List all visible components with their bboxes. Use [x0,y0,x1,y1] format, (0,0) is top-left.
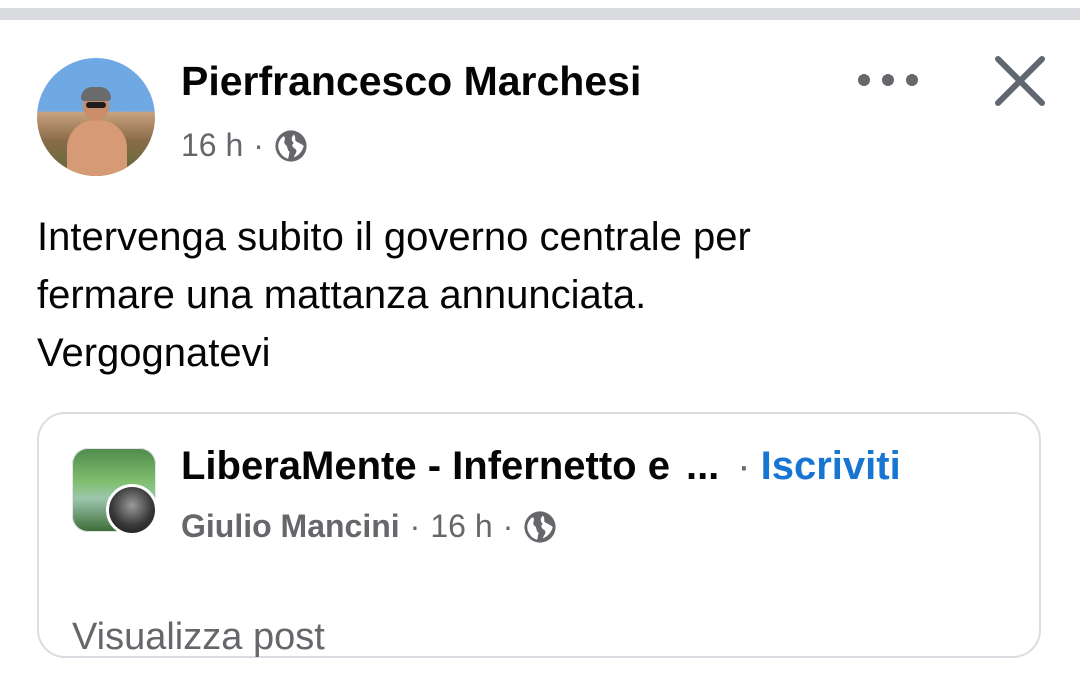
more-options-button[interactable] [858,62,918,98]
post-text-line: fermare una mattanza annunciata. [37,273,647,317]
more-dot [858,74,870,86]
more-dot [906,74,918,86]
author-name[interactable]: Pierfrancesco Marchesi [181,58,641,105]
meta-separator: · [502,508,514,544]
shared-card-title: LiberaMente - Infernetto e... · Iscriviti [181,444,901,489]
view-post-link[interactable]: Visualizza post [72,616,325,659]
globe-icon [524,510,556,543]
meta-separator: · [409,508,421,544]
shared-card-meta: Giulio Mancini · 16 h · [181,508,557,545]
group-name-ellipsis: ... [685,444,720,488]
member-avatar[interactable] [106,484,158,536]
post-meta: 16 h · [181,127,308,164]
more-dot [882,74,894,86]
globe-icon [275,129,307,162]
title-separator: · [737,444,751,488]
post-body: Intervenga subito il governo centrale pe… [37,208,1037,382]
post-text-line: Vergognatevi [37,331,271,375]
member-name[interactable]: Giulio Mancini [181,508,400,545]
top-divider [0,8,1080,20]
avatar-hair [81,87,111,101]
avatar-sunglasses [86,102,106,108]
subscribe-button[interactable]: Iscriviti [761,444,901,488]
meta-separator: · [253,127,264,163]
close-icon[interactable] [993,54,1047,108]
post-text-line: Intervenga subito il governo centrale pe… [37,215,751,259]
post-time[interactable]: 16 h [181,127,243,164]
group-name[interactable]: LiberaMente - Infernetto e [181,444,670,488]
shared-post-time[interactable]: 16 h [430,508,492,545]
author-avatar[interactable] [37,58,155,176]
avatar-figure [67,120,127,176]
